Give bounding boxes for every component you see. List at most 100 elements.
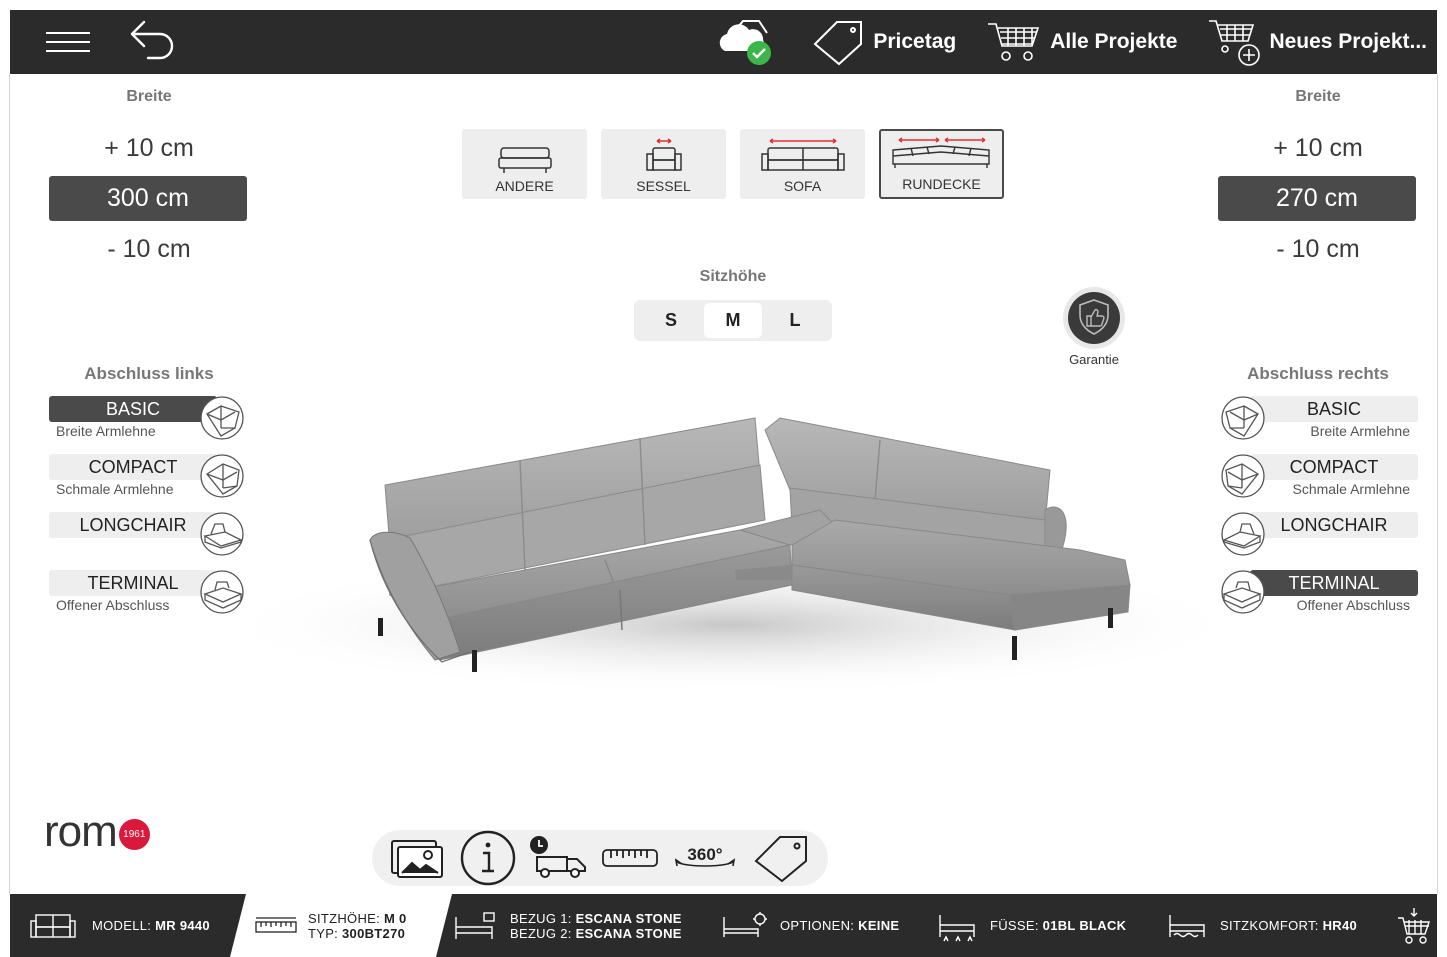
- alle-projekte-button[interactable]: Alle Projekte: [986, 18, 1177, 66]
- width-right-increase-button[interactable]: + 10 cm: [1218, 126, 1418, 170]
- left-end-basic-sub: Breite Armlehne: [56, 423, 156, 439]
- menu-icon: [46, 32, 90, 52]
- optionen-value: KEINE: [858, 918, 900, 933]
- status-sitzhoehe-typ[interactable]: SITZHÖHE: M 0 TYP: 300BT270: [230, 894, 452, 957]
- logo-word: rom: [44, 807, 118, 856]
- rotate-360-button[interactable]: 360°: [670, 842, 740, 874]
- right-end-basic-sub: Breite Armlehne: [1310, 423, 1410, 439]
- sitzhoehe-option-s[interactable]: S: [642, 303, 700, 338]
- width-left-header: Breite: [126, 88, 172, 105]
- hamburger-menu-button[interactable]: [46, 31, 90, 53]
- info-icon: [461, 830, 516, 886]
- sitzhoehe-value: M 0: [383, 910, 407, 926]
- modell-key: MODELL:: [92, 918, 156, 933]
- type-andere-button[interactable]: ANDERE: [462, 129, 587, 199]
- type-sofa-label: SOFA: [783, 178, 822, 194]
- width-right-control: Breite + 10 cm 270 cm - 10 cm: [1218, 86, 1418, 271]
- neues-projekt-button[interactable]: Neues Projekt...: [1207, 17, 1427, 67]
- top-bar: Pricetag Alle Projekte Neues Projekt...: [10, 10, 1437, 74]
- alle-projekte-label: Alle Projekte: [1050, 30, 1178, 53]
- back-button[interactable]: [128, 18, 180, 66]
- status-sitzkomfort[interactable]: SITZKOMFORT: HR40: [1166, 894, 1357, 957]
- cart-add-icon: [1209, 20, 1261, 66]
- price-tag-tool-button[interactable]: [752, 833, 812, 883]
- sitzkomfort-key: SITZKOMFORT:: [1220, 918, 1323, 933]
- sitzhoehe-key: SITZHÖHE:: [308, 910, 384, 926]
- sofa-icon: [760, 138, 845, 171]
- view-tools-bar: 360°: [372, 830, 828, 886]
- info-button[interactable]: [459, 829, 517, 887]
- cart-download-icon: [1398, 907, 1430, 944]
- armchair-icon: [645, 138, 682, 171]
- delivery-truck-clock-icon: [530, 836, 587, 878]
- price-tag-icon: [754, 836, 808, 883]
- status-bezug[interactable]: BEZUG 1: ESCANA STONE BEZUG 2: ESCANA ST…: [452, 894, 682, 957]
- rotate-360-icon: 360°: [675, 845, 736, 867]
- undo-arrow-icon: [130, 20, 174, 60]
- bezug1-key: BEZUG 1:: [510, 910, 576, 926]
- gallery-button[interactable]: [388, 835, 448, 881]
- price-tag-icon: [813, 21, 863, 66]
- rom-logo: rom 1961: [44, 810, 150, 854]
- right-end-terminal-sub: Offener Abschluss: [1296, 597, 1410, 613]
- right-end-compact-sub: Schmale Armlehne: [1292, 481, 1410, 497]
- ruler-icon: [254, 916, 298, 936]
- typ-key: TYP:: [308, 925, 343, 941]
- typ-value: 300BT270: [342, 925, 406, 941]
- status-cart-button[interactable]: [1396, 894, 1432, 957]
- width-right-header: Breite: [1295, 88, 1341, 105]
- cloud-check-icon: [720, 20, 772, 65]
- rotate-360-label: 360°: [688, 845, 723, 864]
- measure-button[interactable]: [601, 846, 659, 870]
- corner-sofa-preview: [210, 417, 1250, 695]
- width-right-value[interactable]: 270 cm: [1218, 176, 1416, 221]
- neues-projekt-label: Neues Projekt...: [1269, 30, 1427, 53]
- sofa-settings-icon: [723, 911, 767, 937]
- seat-comfort-icon: [1169, 914, 1205, 937]
- bezug2-key: BEZUG 2:: [510, 925, 576, 941]
- pricetag-label: Pricetag: [873, 30, 957, 53]
- sitzhoehe-option-m[interactable]: M: [704, 303, 762, 338]
- width-right-decrease-button[interactable]: - 10 cm: [1218, 227, 1418, 271]
- bezug2-value: ESCANA STONE: [575, 925, 682, 941]
- sitzkomfort-value: HR40: [1322, 918, 1358, 933]
- sofa-type-selector: ANDERE SESSEL SOFA RUNDECKE: [462, 129, 1004, 199]
- width-left-value[interactable]: 300 cm: [49, 176, 247, 221]
- status-modell[interactable]: MODELL: MR 9440: [28, 894, 210, 957]
- cloud-sync-button[interactable]: [711, 17, 775, 67]
- width-left-control: Breite + 10 cm 300 cm - 10 cm: [49, 86, 249, 271]
- garantie-button[interactable]: Garantie: [1056, 286, 1132, 367]
- optionen-key: OPTIONEN:: [780, 918, 859, 933]
- image-gallery-icon: [390, 840, 443, 878]
- ruler-icon: [601, 849, 658, 867]
- sitzhoehe-selector: S M L: [634, 300, 832, 341]
- fuesse-key: FÜSSE:: [990, 918, 1043, 933]
- type-andere-label: ANDERE: [495, 178, 554, 194]
- type-rundecke-label: RUNDECKE: [902, 176, 981, 192]
- configurator-screen: Pricetag Alle Projekte Neues Projekt... …: [0, 0, 1447, 957]
- bench-icon: [497, 147, 552, 173]
- type-rundecke-button[interactable]: RUNDECKE: [879, 129, 1004, 199]
- delivery-button[interactable]: [529, 835, 589, 881]
- type-sofa-button[interactable]: SOFA: [740, 129, 865, 199]
- carts-icon: [988, 23, 1040, 61]
- left-end-terminal-sub: Offener Abschluss: [56, 597, 170, 613]
- corner-sofa-icon: [891, 137, 990, 168]
- width-left-increase-button[interactable]: + 10 cm: [49, 126, 249, 170]
- configuration-status-bar: MODELL: MR 9440 SITZHÖHE: M 0 TYP: 300BT…: [10, 894, 1437, 957]
- left-end-compact-sub: Schmale Armlehne: [56, 481, 174, 497]
- width-left-decrease-button[interactable]: - 10 cm: [49, 227, 249, 271]
- pricetag-button[interactable]: Pricetag: [811, 18, 956, 66]
- status-optionen[interactable]: OPTIONEN: KEINE: [720, 894, 899, 957]
- bezug1-value: ESCANA STONE: [575, 910, 682, 926]
- modell-value: MR 9440: [155, 918, 210, 933]
- type-sessel-label: SESSEL: [636, 178, 691, 194]
- fabric-sofa-icon: [455, 911, 495, 939]
- status-fuesse[interactable]: FÜSSE: 01BL BLACK: [936, 894, 1126, 957]
- logo-badge: 1961: [118, 818, 150, 850]
- shield-thumbs-up-icon: [1063, 287, 1125, 349]
- type-sessel-button[interactable]: SESSEL: [601, 129, 726, 199]
- sitzhoehe-option-l[interactable]: L: [766, 303, 824, 338]
- frame-border-left: [9, 74, 10, 894]
- sitzhoehe-title: Sitzhöhe: [699, 268, 767, 285]
